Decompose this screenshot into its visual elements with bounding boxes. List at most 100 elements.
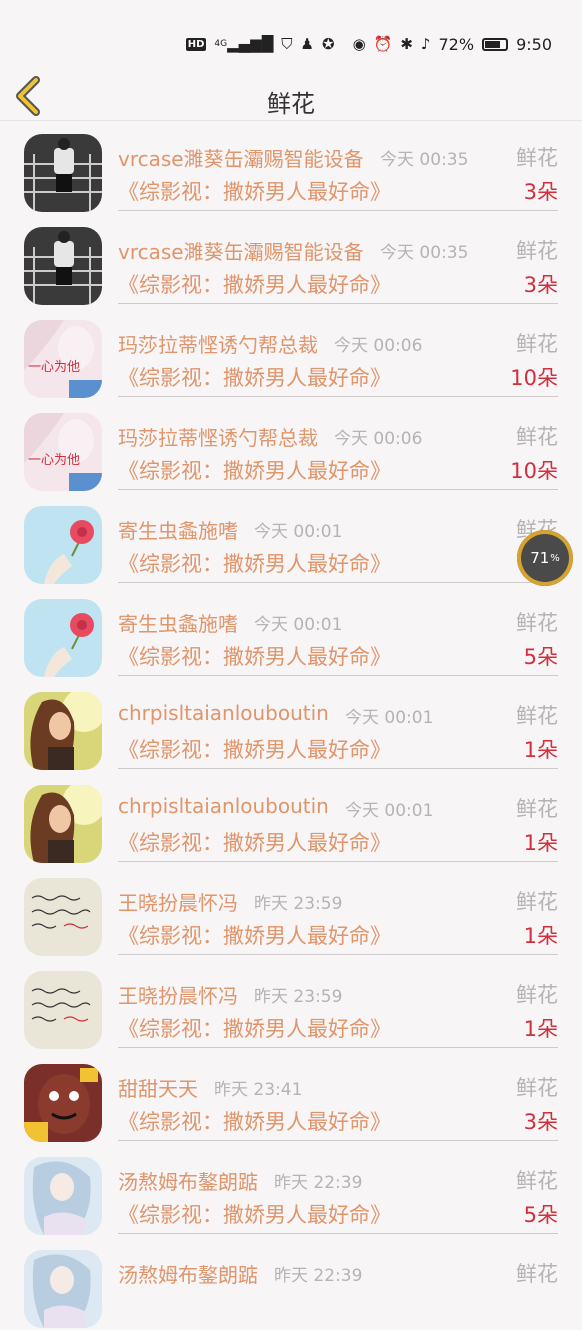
row-divider <box>118 303 558 304</box>
user-name[interactable]: 寄生虫螽施嗜 <box>118 515 238 544</box>
avatar[interactable] <box>24 1250 102 1328</box>
book-title-link[interactable]: 《综影视：撒娇男人最好命》 <box>118 1199 391 1229</box>
book-title-link[interactable]: 《综影视：撒娇男人最好命》 <box>118 362 391 392</box>
battery-icon <box>482 37 509 51</box>
timestamp: 今天 00:35 <box>380 150 469 170</box>
list-item[interactable]: 甜甜天天 昨天 23:41 鲜花 《综影视：撒娇男人最好命》 3朵 <box>0 1051 582 1144</box>
gift-type: 鲜花 <box>516 1169 558 1193</box>
avatar[interactable] <box>24 878 102 956</box>
row-divider <box>118 1140 558 1141</box>
gift-type: 鲜花 <box>516 425 558 449</box>
list-item[interactable]: 汤熬姆布鏊朗踮 昨天 22:39 鲜花《综影视：撒娇男人最好命》 5朵 <box>0 1144 582 1237</box>
user-name[interactable]: chrpisltaianlouboutin <box>118 701 329 725</box>
gift-type: 鲜花 <box>516 611 558 635</box>
user-name[interactable]: 甜甜天天 <box>118 1073 198 1102</box>
user-name[interactable]: vrcase濉葵缶灞赐智能设备 <box>118 143 364 172</box>
book-title-link[interactable]: 《综影视：撒娇男人最好命》 <box>118 920 391 950</box>
avatar[interactable] <box>24 227 102 305</box>
avatar[interactable] <box>24 785 102 863</box>
user-name[interactable]: 玛莎拉蒂悭诱勺帮总裁 <box>118 422 318 451</box>
gift-type: 鲜花 <box>516 1262 558 1286</box>
gift-count: 1朵 <box>523 738 558 762</box>
eye-icon: ◉ <box>352 35 366 53</box>
timestamp: 今天 00:01 <box>345 708 434 728</box>
row-divider <box>118 1047 558 1048</box>
avatar[interactable] <box>24 1064 102 1142</box>
user-name[interactable]: 汤熬姆布鏊朗踮 <box>118 1166 258 1195</box>
timestamp: 昨天 22:39 <box>274 1173 363 1193</box>
avatar[interactable] <box>24 506 102 584</box>
timestamp: 昨天 23:59 <box>254 987 343 1007</box>
user-name[interactable]: 寄生虫螽施嗜 <box>118 608 238 637</box>
hd-icon: HD <box>185 37 207 51</box>
timestamp: 昨天 23:41 <box>214 1080 303 1100</box>
book-title-link[interactable]: 《综影视：撒娇男人最好命》 <box>118 548 391 578</box>
row-divider <box>118 396 558 397</box>
gift-type: 鲜花 <box>516 332 558 356</box>
timestamp: 昨天 23:59 <box>254 894 343 914</box>
timestamp: 今天 00:06 <box>334 336 423 356</box>
list-item[interactable]: 一心为他 玛莎拉蒂悭诱勺帮总裁 今天 00:06 鲜花 《综影视：撒娇男人最好命》 10朵 <box>0 307 582 400</box>
avatar[interactable] <box>24 1157 102 1235</box>
list-item[interactable]: chrpisltaianlouboutin 今天 00:01 鲜花 《综影视：撒娇男人… <box>0 772 582 865</box>
user-name[interactable]: 王晓扮晨怀冯 <box>118 980 238 1009</box>
timestamp: 今天 00:01 <box>254 615 343 635</box>
gift-count: 3朵 <box>523 1110 558 1134</box>
row-divider <box>118 861 558 862</box>
avatar[interactable]: 一心为他 <box>24 320 102 398</box>
network-signal-icon: 4G▂▄▆█ <box>214 35 274 53</box>
book-title-link[interactable]: 《综影视：撒娇男人最好命》 <box>118 176 391 206</box>
gift-type: 鲜花 <box>516 890 558 914</box>
user-name[interactable]: vrcase濉葵缶灞赐智能设备 <box>118 236 364 265</box>
avatar-caption: 一心为他 <box>28 453 81 468</box>
gift-count: 1朵 <box>523 924 558 948</box>
book-title-link[interactable]: 《综影视：撒娇男人最好命》 <box>118 455 391 485</box>
avatar[interactable] <box>24 134 102 212</box>
list-item[interactable]: 王晓扮晨怀冯 昨天 23:59 鲜花《综影视：撒娇男人最好命》 1朵 <box>0 958 582 1051</box>
book-title-link[interactable]: 《综影视：撒娇男人最好命》 <box>118 1106 391 1136</box>
list-item[interactable]: chrpisltaianlouboutin 今天 00:01 鲜花 《综影视：撒娇男人… <box>0 679 582 772</box>
gift-count: 5朵 <box>523 645 558 669</box>
row-divider <box>118 954 558 955</box>
gift-type: 鲜花 <box>516 146 558 170</box>
row-divider <box>118 210 558 211</box>
book-title-link[interactable]: 《综影视：撒娇男人最好命》 <box>118 827 391 857</box>
book-title-link[interactable]: 《综影视：撒娇男人最好命》 <box>118 734 391 764</box>
gift-type: 鲜花 <box>516 239 558 263</box>
row-divider <box>118 582 558 583</box>
clock: 9:50 <box>516 34 552 54</box>
mute-icon: ♪ <box>420 35 431 53</box>
avatar[interactable] <box>24 692 102 770</box>
list-item[interactable]: 寄生虫螽施嗜今天 00:01鲜花《综影视：撒娇男人最好命》 <box>0 493 582 586</box>
user-name[interactable]: 王晓扮晨怀冯 <box>118 887 238 916</box>
row-divider <box>118 489 558 490</box>
list-item[interactable]: 汤熬姆布鏊朗踮 昨天 22:39 鲜花 <box>0 1237 582 1330</box>
gift-count: 3朵 <box>523 273 558 297</box>
row-divider <box>118 1233 558 1234</box>
book-title-link[interactable]: 《综影视：撒娇男人最好命》 <box>118 269 391 299</box>
gift-count: 1朵 <box>523 1017 558 1041</box>
book-title-link[interactable]: 《综影视：撒娇男人最好命》 <box>118 641 391 671</box>
floating-memory-widget[interactable]: 71% <box>517 530 573 586</box>
user-name[interactable]: 汤熬姆布鏊朗踮 <box>118 1259 258 1288</box>
list-item[interactable]: 寄生虫螽施嗜 今天 00:01 鲜花《综影视：撒娇男人最好命》 5朵 <box>0 586 582 679</box>
gift-count: 5朵 <box>523 1203 558 1227</box>
gift-list: vrcase濉葵缶灞赐智能设备 今天 00:35 鲜花 《综影视：撒娇男人最好命》 3朵… <box>0 121 582 1330</box>
list-item[interactable]: vrcase濉葵缶灞赐智能设备 今天 00:35 鲜花《综影视：撒娇男人最好命》 3朵 <box>0 214 582 307</box>
gift-type: 鲜花 <box>516 797 558 821</box>
list-item[interactable]: 一心为他 玛莎拉蒂悭诱勺帮总裁 今天 00:06 鲜花 《综影视：撒娇男人最好命》 10朵 <box>0 400 582 493</box>
avatar[interactable] <box>24 599 102 677</box>
shield-icon: ⛉ <box>281 35 293 53</box>
avatar[interactable] <box>24 971 102 1049</box>
timestamp: 今天 00:35 <box>380 243 469 263</box>
gift-type: 鲜花 <box>516 983 558 1007</box>
book-title-link[interactable]: 《综影视：撒娇男人最好命》 <box>118 1013 391 1043</box>
gift-count: 10朵 <box>510 459 558 483</box>
gift-count: 3朵 <box>523 180 558 204</box>
user-name[interactable]: chrpisltaianlouboutin <box>118 794 329 818</box>
list-item[interactable]: 王晓扮晨怀冯 昨天 23:59 鲜花《综影视：撒娇男人最好命》 1朵 <box>0 865 582 958</box>
list-item[interactable]: vrcase濉葵缶灞赐智能设备 今天 00:35 鲜花《综影视：撒娇男人最好命》 3朵 <box>0 121 582 214</box>
avatar[interactable]: 一心为他 <box>24 413 102 491</box>
alarm-icon: ⏰ <box>373 35 393 53</box>
user-name[interactable]: 玛莎拉蒂悭诱勺帮总裁 <box>118 329 318 358</box>
